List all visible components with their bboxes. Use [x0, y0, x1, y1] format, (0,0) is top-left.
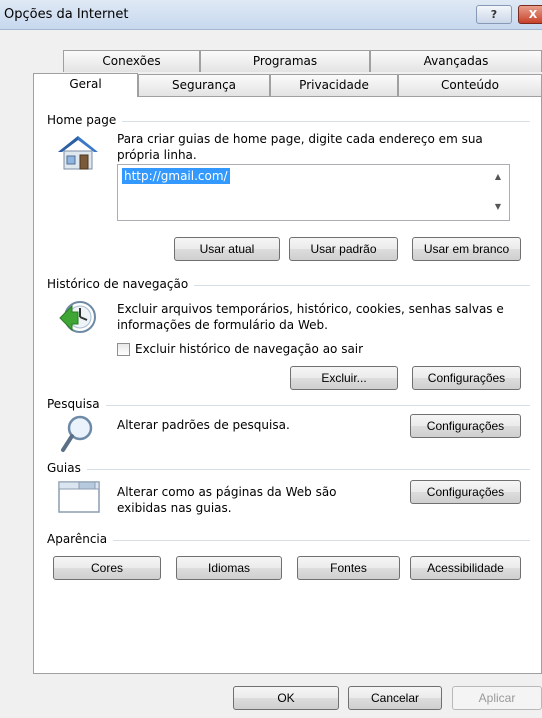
- fonts-button[interactable]: Fontes: [297, 556, 400, 580]
- cancel-button[interactable]: Cancelar: [348, 686, 442, 710]
- title-bar: Opções da Internet ? X: [0, 0, 542, 30]
- scroll-down-arrow-icon[interactable]: ▼: [490, 199, 506, 215]
- accessibility-button[interactable]: Acessibilidade: [410, 556, 521, 580]
- history-heading: Histórico de navegação: [47, 277, 195, 291]
- ok-button[interactable]: OK: [233, 686, 339, 710]
- internet-options-dialog: Opções da Internet ? X Conexões Programa…: [0, 0, 542, 718]
- magnifier-icon: [61, 415, 93, 452]
- help-button[interactable]: ?: [476, 5, 512, 24]
- history-clock-icon: [59, 301, 96, 333]
- scroll-up-arrow-icon[interactable]: ▲: [490, 169, 506, 185]
- home-page-heading: Home page: [47, 113, 123, 127]
- delete-history-on-exit-checkbox[interactable]: [117, 343, 130, 356]
- appearance-heading: Aparência: [47, 532, 114, 546]
- home-page-url-value: http://gmail.com/: [122, 168, 230, 184]
- history-description: Excluir arquivos temporários, histórico,…: [117, 302, 504, 332]
- search-settings-button[interactable]: Configurações: [410, 414, 521, 438]
- languages-button[interactable]: Idiomas: [176, 556, 282, 580]
- tab-privacidade[interactable]: Privacidade: [270, 74, 398, 96]
- window-title: Opções da Internet: [4, 7, 129, 22]
- tabs-description: Alterar como as páginas da Web são exibi…: [117, 485, 337, 515]
- tab-seguranca[interactable]: Segurança: [138, 74, 270, 96]
- tab-conteudo[interactable]: Conteúdo: [398, 74, 542, 96]
- tab-programas[interactable]: Programas: [200, 50, 370, 72]
- tab-conexoes[interactable]: Conexões: [63, 50, 200, 72]
- appearance-divider: [47, 540, 530, 541]
- use-blank-button[interactable]: Usar em branco: [412, 237, 521, 261]
- delete-history-button[interactable]: Excluir...: [290, 366, 398, 390]
- tab-geral[interactable]: Geral: [33, 73, 138, 97]
- tabs-divider: [47, 469, 530, 470]
- search-heading: Pesquisa: [47, 397, 106, 411]
- tabs-heading: Guias: [47, 461, 87, 475]
- history-settings-button[interactable]: Configurações: [412, 366, 521, 390]
- home-page-instructions: Para criar guias de home page, digite ca…: [117, 132, 483, 162]
- home-icon: [58, 136, 98, 170]
- search-description: Alterar padrões de pesquisa.: [117, 418, 290, 432]
- tabs-settings-button[interactable]: Configurações: [410, 480, 521, 504]
- use-default-button[interactable]: Usar padrão: [289, 237, 398, 261]
- close-button[interactable]: X: [518, 5, 542, 24]
- search-divider: [47, 405, 530, 406]
- tabs-window-icon: [58, 481, 100, 513]
- use-current-button[interactable]: Usar atual: [174, 237, 280, 261]
- colors-button[interactable]: Cores: [53, 556, 161, 580]
- tab-avancadas[interactable]: Avançadas: [370, 50, 542, 72]
- delete-history-on-exit-label[interactable]: Excluir histórico de navegação ao sair: [135, 341, 363, 357]
- home-page-url-textarea[interactable]: http://gmail.com/ ▲ ▼: [117, 164, 510, 221]
- apply-button[interactable]: Aplicar: [452, 686, 542, 710]
